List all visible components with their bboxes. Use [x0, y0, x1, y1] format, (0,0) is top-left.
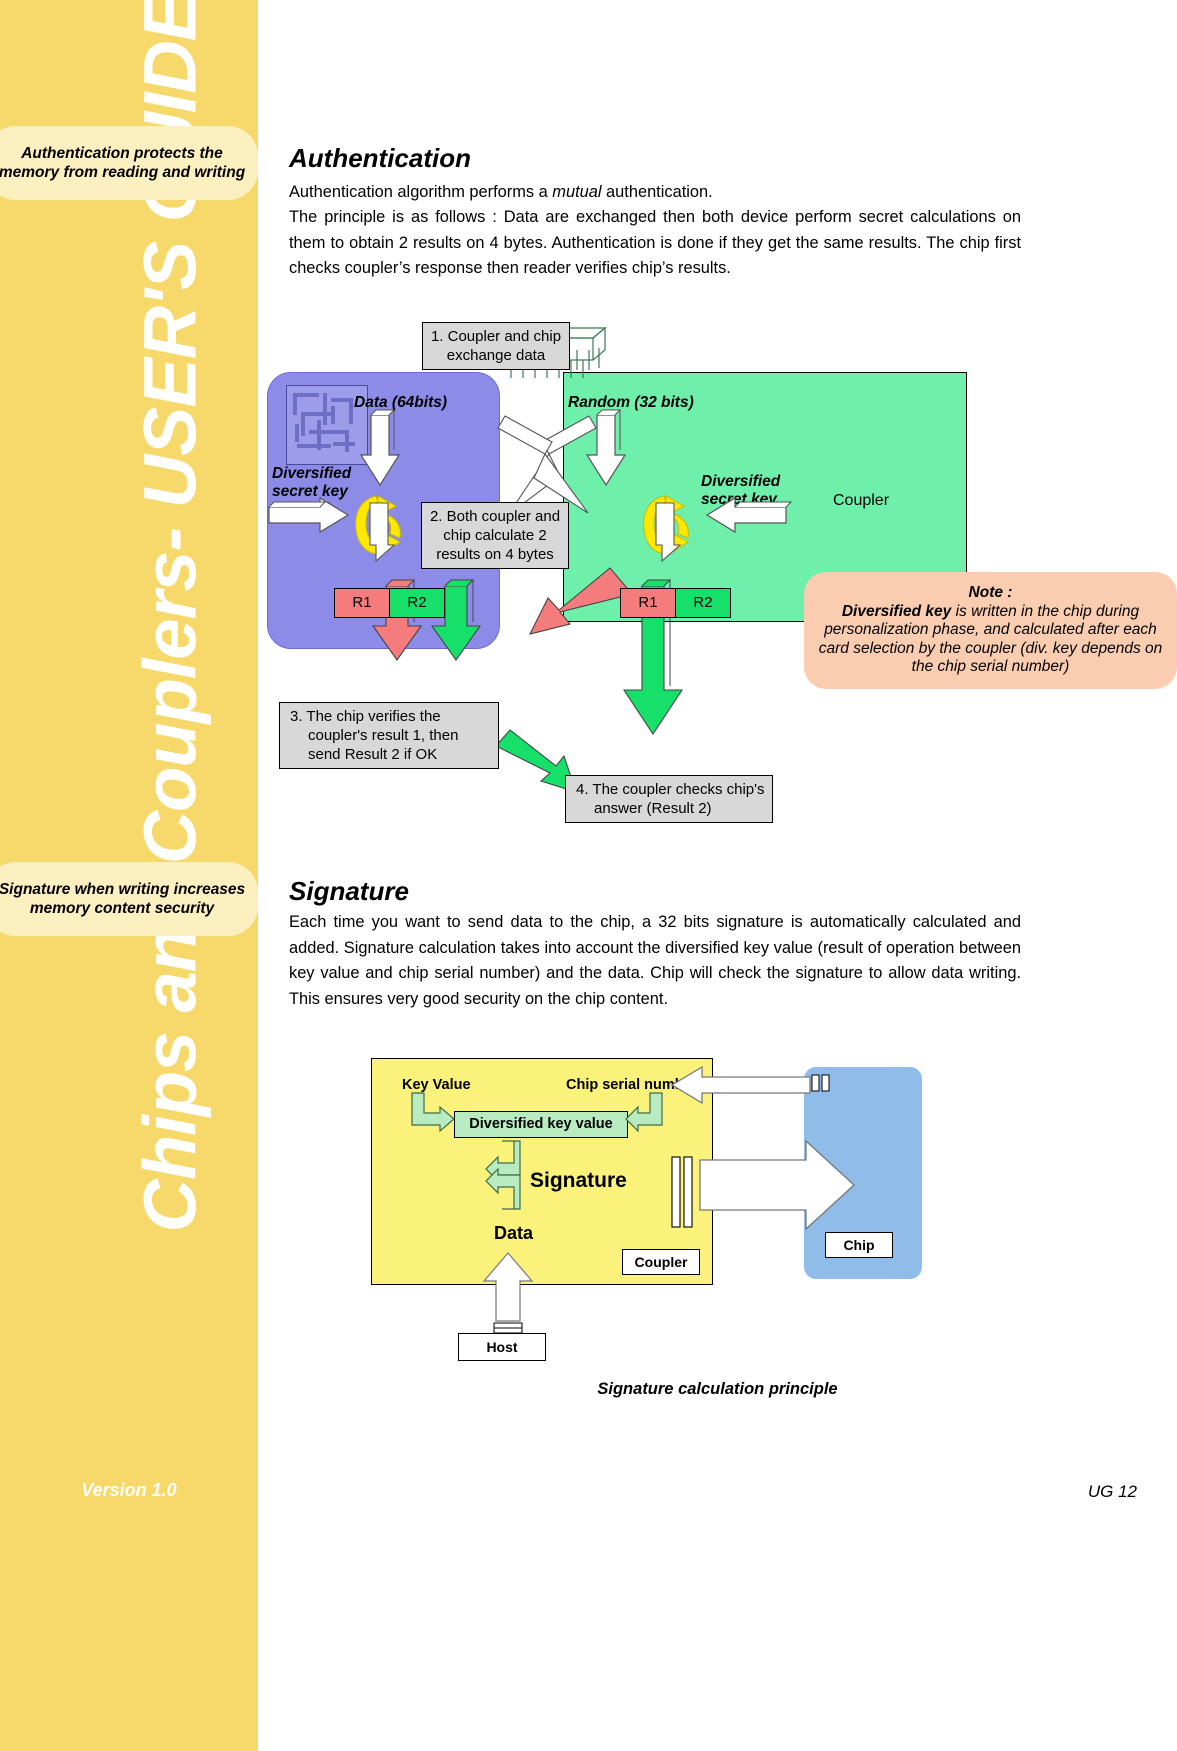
- label-data: Data: [494, 1223, 534, 1243]
- label-coupler: Coupler: [833, 492, 890, 509]
- coupler-result-1: R1: [621, 589, 676, 617]
- arrow-chip-result2-diagonal-green: [495, 729, 577, 793]
- chip-label-box: Chip: [825, 1232, 893, 1258]
- version-label: Version 1.0: [81, 1480, 177, 1500]
- cycle-arrow-coupler-icon: [643, 495, 689, 555]
- auth-p1-b: authentication.: [601, 183, 713, 201]
- sidebar: Chips and Couplers- USER'S GUIDE Authent…: [0, 0, 258, 1751]
- step-1-box: 1. Coupler and chip exchange data: [422, 322, 570, 370]
- step-4-box: 4. The coupler checks chip's answer (Res…: [565, 775, 773, 823]
- callout-authentication: Authentication protects the memory from …: [0, 126, 258, 200]
- step-3-box: 3. The chip verifies the coupler's resul…: [279, 702, 499, 769]
- authentication-paragraph-1: Authentication algorithm performs a mutu…: [289, 180, 1021, 206]
- diversified-key-value-box: Diversified key value: [454, 1111, 628, 1138]
- authentication-paragraph-2: The principle is as follows : Data are e…: [289, 208, 1021, 277]
- note-title: Note :: [968, 584, 1013, 601]
- label-coupler-diversified-key: Diversified secret key: [701, 473, 781, 508]
- label-key-value: Key Value: [402, 1077, 471, 1093]
- page-number: UG 12: [1087, 1482, 1137, 1501]
- vertical-guide-title: Chips and Couplers- USER'S GUIDE: [128, 0, 212, 1233]
- label-signature: Signature: [530, 1169, 627, 1192]
- coupler-result-2: R2: [676, 589, 730, 617]
- signature-paragraph: Each time you want to send data to the c…: [289, 913, 1021, 1008]
- auth-p1-a: Authentication algorithm performs a: [289, 183, 553, 201]
- note-bold-term: Diversified key: [841, 602, 952, 620]
- signature-figure: Key Value Chip serial number Diversified…: [258, 1045, 1177, 1405]
- signature-figure-caption: Signature calculation principle: [597, 1380, 838, 1398]
- cycle-arrow-chip-icon: [355, 495, 401, 555]
- coupler-results: R1 R2: [620, 588, 731, 618]
- step-2-box: 2. Both coupler and chip calculate 2 res…: [421, 502, 569, 569]
- note-box: Note : Diversified key is written in the …: [804, 572, 1177, 689]
- label-random-32bits: Random (32 bits): [568, 394, 694, 411]
- callout-signature: Signature when writing increases memory …: [0, 862, 258, 936]
- coupler-label-box: Coupler: [622, 1249, 700, 1275]
- chip-results: R1 R2: [334, 588, 445, 618]
- main-content: Authentication Authentication algorithm …: [258, 0, 1177, 1751]
- authentication-heading: Authentication: [289, 143, 471, 173]
- signature-heading: Signature: [289, 876, 409, 906]
- chip-result-1: R1: [335, 589, 390, 617]
- chip-result-2: R2: [390, 589, 444, 617]
- label-data-64bits: Data (64bits): [354, 394, 448, 411]
- auth-p1-italic: mutual: [552, 183, 602, 201]
- label-chip-serial-number: Chip serial number: [566, 1077, 698, 1093]
- host-label-box: Host: [458, 1333, 546, 1361]
- authentication-figure: Data (64bits) Random (32 bits) Diversifi…: [258, 310, 1177, 860]
